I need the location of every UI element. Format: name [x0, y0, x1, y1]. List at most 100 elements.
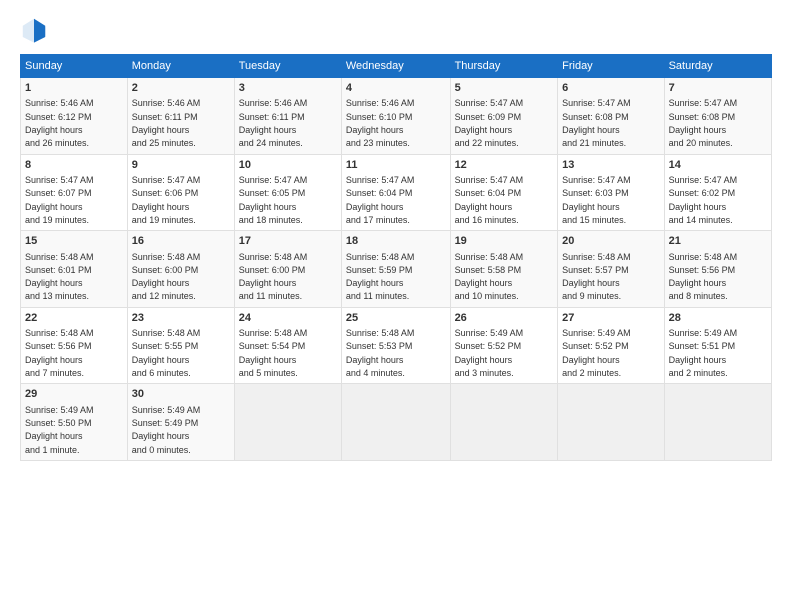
calendar-cell: 2 Sunrise: 5:46 AMSunset: 6:11 PMDaylight… — [127, 78, 234, 155]
calendar-cell: 15 Sunrise: 5:48 AMSunset: 6:01 PMDayligh… — [21, 231, 128, 308]
page: SundayMondayTuesdayWednesdayThursdayFrid… — [0, 0, 792, 612]
day-number: 12 — [455, 158, 554, 173]
calendar-cell: 19 Sunrise: 5:48 AMSunset: 5:58 PMDayligh… — [450, 231, 558, 308]
calendar-cell — [234, 384, 341, 461]
calendar-cell: 29 Sunrise: 5:49 AMSunset: 5:50 PMDayligh… — [21, 384, 128, 461]
day-info: Sunrise: 5:47 AMSunset: 6:09 PMDaylight … — [455, 98, 524, 148]
calendar-cell: 14 Sunrise: 5:47 AMSunset: 6:02 PMDayligh… — [664, 154, 771, 231]
calendar-cell: 1Sunrise: 5:46 AMSunset: 6:12 PMDaylight… — [21, 78, 128, 155]
day-number: 5 — [455, 81, 554, 96]
day-info: Sunrise: 5:46 AMSunset: 6:12 PMDaylight … — [25, 98, 94, 148]
day-number: 15 — [25, 234, 123, 249]
day-number: 17 — [239, 234, 337, 249]
calendar-cell: 26Sunrise: 5:49 AMSunset: 5:52 PMDayligh… — [450, 307, 558, 384]
day-info: Sunrise: 5:47 AMSunset: 6:03 PMDaylight … — [562, 175, 631, 225]
calendar-cell: 30 Sunrise: 5:49 AMSunset: 5:49 PMDayligh… — [127, 384, 234, 461]
calendar-cell: 10 Sunrise: 5:47 AMSunset: 6:05 PMDayligh… — [234, 154, 341, 231]
day-info: Sunrise: 5:47 AMSunset: 6:05 PMDaylight … — [239, 175, 308, 225]
day-info: Sunrise: 5:48 AMSunset: 5:55 PMDaylight … — [132, 328, 201, 378]
day-info: Sunrise: 5:48 AMSunset: 5:56 PMDaylight … — [669, 252, 738, 302]
day-info: Sunrise: 5:49 AMSunset: 5:51 PMDaylight … — [669, 328, 738, 378]
calendar-cell: 8 Sunrise: 5:47 AMSunset: 6:07 PMDaylight… — [21, 154, 128, 231]
day-info: Sunrise: 5:48 AMSunset: 5:54 PMDaylight … — [239, 328, 308, 378]
calendar-cell: 3Sunrise: 5:46 AMSunset: 6:11 PMDaylight… — [234, 78, 341, 155]
day-info: Sunrise: 5:47 AMSunset: 6:08 PMDaylight … — [562, 98, 631, 148]
calendar-week-row: 15 Sunrise: 5:48 AMSunset: 6:01 PMDayligh… — [21, 231, 772, 308]
calendar-week-row: 29 Sunrise: 5:49 AMSunset: 5:50 PMDayligh… — [21, 384, 772, 461]
calendar-week-row: 22 Sunrise: 5:48 AMSunset: 5:56 PMDayligh… — [21, 307, 772, 384]
weekday-header-thursday: Thursday — [450, 55, 558, 78]
weekday-header-tuesday: Tuesday — [234, 55, 341, 78]
weekday-header-wednesday: Wednesday — [341, 55, 450, 78]
weekday-header-row: SundayMondayTuesdayWednesdayThursdayFrid… — [21, 55, 772, 78]
day-number: 24 — [239, 311, 337, 326]
day-info: Sunrise: 5:47 AMSunset: 6:04 PMDaylight … — [346, 175, 415, 225]
weekday-header-monday: Monday — [127, 55, 234, 78]
calendar-week-row: 1Sunrise: 5:46 AMSunset: 6:12 PMDaylight… — [21, 78, 772, 155]
calendar-cell: 16Sunrise: 5:48 AMSunset: 6:00 PMDayligh… — [127, 231, 234, 308]
day-info: Sunrise: 5:47 AMSunset: 6:02 PMDaylight … — [669, 175, 738, 225]
calendar-cell: 18 Sunrise: 5:48 AMSunset: 5:59 PMDayligh… — [341, 231, 450, 308]
calendar-cell: 20Sunrise: 5:48 AMSunset: 5:57 PMDayligh… — [558, 231, 664, 308]
day-info: Sunrise: 5:47 AMSunset: 6:07 PMDaylight … — [25, 175, 94, 225]
calendar-table: SundayMondayTuesdayWednesdayThursdayFrid… — [20, 54, 772, 461]
header — [20, 16, 772, 44]
day-info: Sunrise: 5:47 AMSunset: 6:06 PMDaylight … — [132, 175, 201, 225]
calendar-cell: 6 Sunrise: 5:47 AMSunset: 6:08 PMDaylight… — [558, 78, 664, 155]
day-info: Sunrise: 5:48 AMSunset: 6:01 PMDaylight … — [25, 252, 94, 302]
calendar-cell — [558, 384, 664, 461]
day-number: 21 — [669, 234, 767, 249]
day-info: Sunrise: 5:46 AMSunset: 6:10 PMDaylight … — [346, 98, 415, 148]
calendar-cell: 17 Sunrise: 5:48 AMSunset: 6:00 PMDayligh… — [234, 231, 341, 308]
weekday-header-saturday: Saturday — [664, 55, 771, 78]
day-info: Sunrise: 5:49 AMSunset: 5:49 PMDaylight … — [132, 405, 201, 455]
calendar-cell: 13Sunrise: 5:47 AMSunset: 6:03 PMDayligh… — [558, 154, 664, 231]
day-number: 6 — [562, 81, 659, 96]
day-info: Sunrise: 5:48 AMSunset: 6:00 PMDaylight … — [132, 252, 201, 302]
day-number: 23 — [132, 311, 230, 326]
day-number: 10 — [239, 158, 337, 173]
calendar-cell: 7 Sunrise: 5:47 AMSunset: 6:08 PMDaylight… — [664, 78, 771, 155]
day-info: Sunrise: 5:48 AMSunset: 6:00 PMDaylight … — [239, 252, 308, 302]
day-info: Sunrise: 5:49 AMSunset: 5:50 PMDaylight … — [25, 405, 94, 455]
calendar-cell: 23 Sunrise: 5:48 AMSunset: 5:55 PMDayligh… — [127, 307, 234, 384]
calendar-cell: 25Sunrise: 5:48 AMSunset: 5:53 PMDayligh… — [341, 307, 450, 384]
logo-icon — [20, 16, 48, 44]
day-number: 22 — [25, 311, 123, 326]
calendar-cell: 12 Sunrise: 5:47 AMSunset: 6:04 PMDayligh… — [450, 154, 558, 231]
calendar-cell: 11 Sunrise: 5:47 AMSunset: 6:04 PMDayligh… — [341, 154, 450, 231]
day-info: Sunrise: 5:47 AMSunset: 6:08 PMDaylight … — [669, 98, 738, 148]
logo — [20, 16, 52, 44]
calendar-cell: 21 Sunrise: 5:48 AMSunset: 5:56 PMDayligh… — [664, 231, 771, 308]
day-info: Sunrise: 5:49 AMSunset: 5:52 PMDaylight … — [562, 328, 631, 378]
calendar-week-row: 8 Sunrise: 5:47 AMSunset: 6:07 PMDaylight… — [21, 154, 772, 231]
day-info: Sunrise: 5:47 AMSunset: 6:04 PMDaylight … — [455, 175, 524, 225]
day-number: 19 — [455, 234, 554, 249]
day-info: Sunrise: 5:48 AMSunset: 5:53 PMDaylight … — [346, 328, 415, 378]
calendar-cell: 24 Sunrise: 5:48 AMSunset: 5:54 PMDayligh… — [234, 307, 341, 384]
day-number: 3 — [239, 81, 337, 96]
day-number: 29 — [25, 387, 123, 402]
calendar-cell — [341, 384, 450, 461]
day-number: 9 — [132, 158, 230, 173]
day-number: 8 — [25, 158, 123, 173]
day-number: 2 — [132, 81, 230, 96]
day-number: 14 — [669, 158, 767, 173]
day-number: 11 — [346, 158, 446, 173]
calendar-cell: 4 Sunrise: 5:46 AMSunset: 6:10 PMDaylight… — [341, 78, 450, 155]
day-number: 7 — [669, 81, 767, 96]
day-info: Sunrise: 5:46 AMSunset: 6:11 PMDaylight … — [132, 98, 201, 148]
day-number: 4 — [346, 81, 446, 96]
weekday-header-friday: Friday — [558, 55, 664, 78]
day-info: Sunrise: 5:48 AMSunset: 5:58 PMDaylight … — [455, 252, 524, 302]
weekday-header-sunday: Sunday — [21, 55, 128, 78]
day-info: Sunrise: 5:48 AMSunset: 5:56 PMDaylight … — [25, 328, 94, 378]
day-number: 27 — [562, 311, 659, 326]
day-number: 26 — [455, 311, 554, 326]
calendar-cell: 9 Sunrise: 5:47 AMSunset: 6:06 PMDaylight… — [127, 154, 234, 231]
calendar-cell — [664, 384, 771, 461]
calendar-cell: 22 Sunrise: 5:48 AMSunset: 5:56 PMDayligh… — [21, 307, 128, 384]
day-number: 18 — [346, 234, 446, 249]
day-info: Sunrise: 5:48 AMSunset: 5:59 PMDaylight … — [346, 252, 415, 302]
day-number: 30 — [132, 387, 230, 402]
